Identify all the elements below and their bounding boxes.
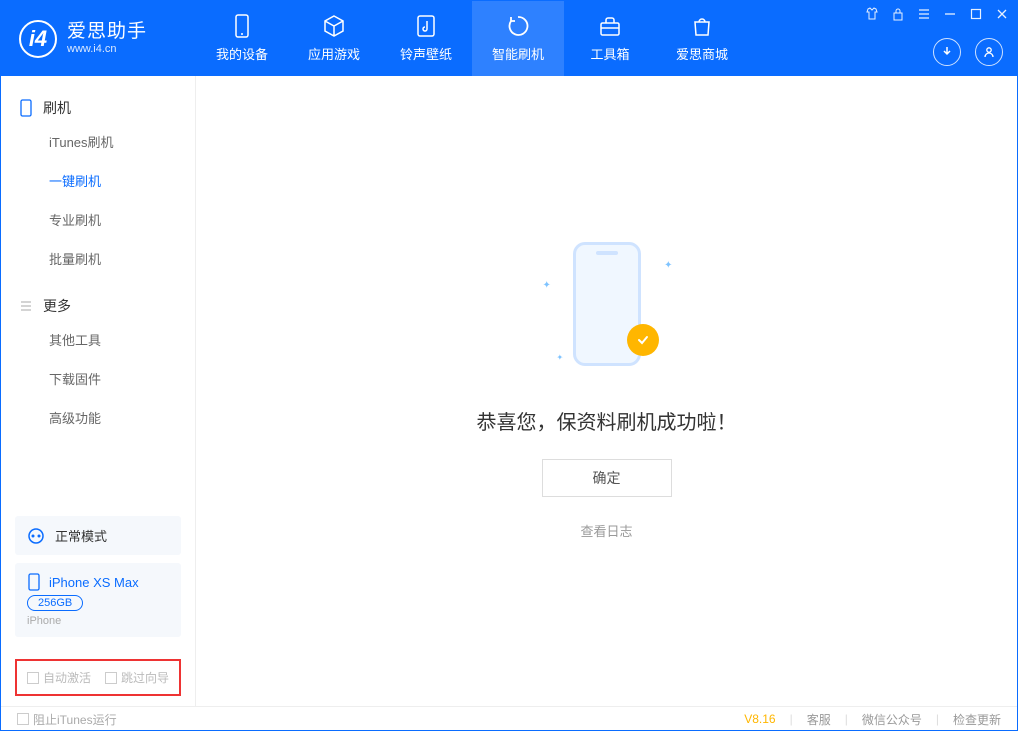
sidebar-item-onekey-flash[interactable]: 一键刷机	[1, 161, 195, 200]
user-button[interactable]	[975, 38, 1003, 66]
header-right-buttons	[933, 38, 1003, 66]
device-name: iPhone XS Max	[49, 575, 139, 590]
view-log-link[interactable]: 查看日志	[580, 521, 632, 540]
sidebar-section-more: 更多	[1, 296, 195, 320]
section-title: 更多	[43, 296, 71, 316]
main-nav: 我的设备 应用游戏 铃声壁纸 智能刷机 工具箱 爱思商城	[196, 1, 748, 76]
device-phone-icon	[27, 573, 41, 591]
success-illustration: ✦ ✦ ✦	[537, 242, 677, 382]
nav-store[interactable]: 爱思商城	[656, 1, 748, 76]
footer: 阻止iTunes运行 V8.16 | 客服 | 微信公众号 | 检查更新	[1, 706, 1017, 731]
auto-activate-checkbox[interactable]: 自动激活	[27, 669, 91, 686]
nav-flash[interactable]: 智能刷机	[472, 1, 564, 76]
sidebar-item-pro-flash[interactable]: 专业刷机	[1, 200, 195, 239]
toolbox-icon	[598, 14, 622, 38]
sidebar-item-advanced[interactable]: 高级功能	[1, 398, 195, 437]
logo-area: i4 爱思助手 www.i4.cn	[1, 20, 196, 58]
nav-label: 应用游戏	[308, 44, 360, 63]
nav-my-device[interactable]: 我的设备	[196, 1, 288, 76]
refresh-shield-icon	[506, 14, 530, 38]
list-icon	[19, 299, 33, 313]
device-box[interactable]: iPhone XS Max 256GB iPhone	[15, 563, 181, 637]
options-row: 自动激活 跳过向导	[15, 659, 181, 696]
app-header: i4 爱思助手 www.i4.cn 我的设备 应用游戏 铃声壁纸 智能刷机 工具…	[1, 1, 1017, 76]
footer-service-link[interactable]: 客服	[807, 711, 831, 728]
nav-label: 工具箱	[590, 44, 629, 63]
nav-apps[interactable]: 应用游戏	[288, 1, 380, 76]
minimize-icon[interactable]	[941, 5, 959, 23]
check-circle-icon	[627, 324, 659, 356]
bag-icon	[690, 14, 714, 38]
close-icon[interactable]	[993, 5, 1011, 23]
logo-icon: i4	[19, 20, 57, 58]
skip-guide-checkbox[interactable]: 跳过向导	[105, 669, 169, 686]
app-title: 爱思助手	[67, 22, 147, 43]
section-title: 刷机	[43, 98, 71, 118]
device-capacity: 256GB	[27, 595, 83, 611]
version-label: V8.16	[744, 712, 775, 726]
nav-label: 智能刷机	[492, 44, 544, 63]
sidebar: 刷机 iTunes刷机 一键刷机 专业刷机 批量刷机 更多 其他工具 下载固件 …	[1, 76, 196, 706]
nav-ringtones[interactable]: 铃声壁纸	[380, 1, 472, 76]
block-itunes-checkbox[interactable]: 阻止iTunes运行	[17, 711, 117, 728]
sidebar-item-download-fw[interactable]: 下载固件	[1, 359, 195, 398]
app-subtitle: www.i4.cn	[67, 43, 147, 55]
maximize-icon[interactable]	[967, 5, 985, 23]
menu-icon[interactable]	[915, 5, 933, 23]
mode-icon	[27, 527, 45, 545]
main-content: ✦ ✦ ✦ 恭喜您，保资料刷机成功啦！ 确定 查看日志	[196, 76, 1017, 706]
sidebar-item-other-tools[interactable]: 其他工具	[1, 320, 195, 359]
sidebar-section-flash: 刷机	[1, 98, 195, 122]
device-type: iPhone	[27, 615, 169, 627]
cb-label: 阻止iTunes运行	[33, 711, 117, 728]
nav-label: 爱思商城	[676, 44, 728, 63]
mode-box[interactable]: 正常模式	[15, 516, 181, 555]
ok-button[interactable]: 确定	[542, 459, 672, 497]
lock-icon[interactable]	[889, 5, 907, 23]
nav-label: 我的设备	[216, 44, 268, 63]
window-controls	[863, 5, 1011, 23]
cube-icon	[322, 14, 346, 38]
cb-label: 跳过向导	[121, 669, 169, 686]
nav-toolbox[interactable]: 工具箱	[564, 1, 656, 76]
shirt-icon[interactable]	[863, 5, 881, 23]
sidebar-item-batch-flash[interactable]: 批量刷机	[1, 239, 195, 278]
phone-small-icon	[19, 99, 33, 117]
phone-icon	[230, 14, 254, 38]
sidebar-item-itunes-flash[interactable]: iTunes刷机	[1, 122, 195, 161]
footer-update-link[interactable]: 检查更新	[953, 711, 1001, 728]
mode-label: 正常模式	[55, 526, 107, 545]
footer-wechat-link[interactable]: 微信公众号	[862, 711, 922, 728]
success-message: 恭喜您，保资料刷机成功啦！	[477, 406, 737, 435]
nav-label: 铃声壁纸	[400, 44, 452, 63]
music-file-icon	[414, 14, 438, 38]
cb-label: 自动激活	[43, 669, 91, 686]
download-button[interactable]	[933, 38, 961, 66]
